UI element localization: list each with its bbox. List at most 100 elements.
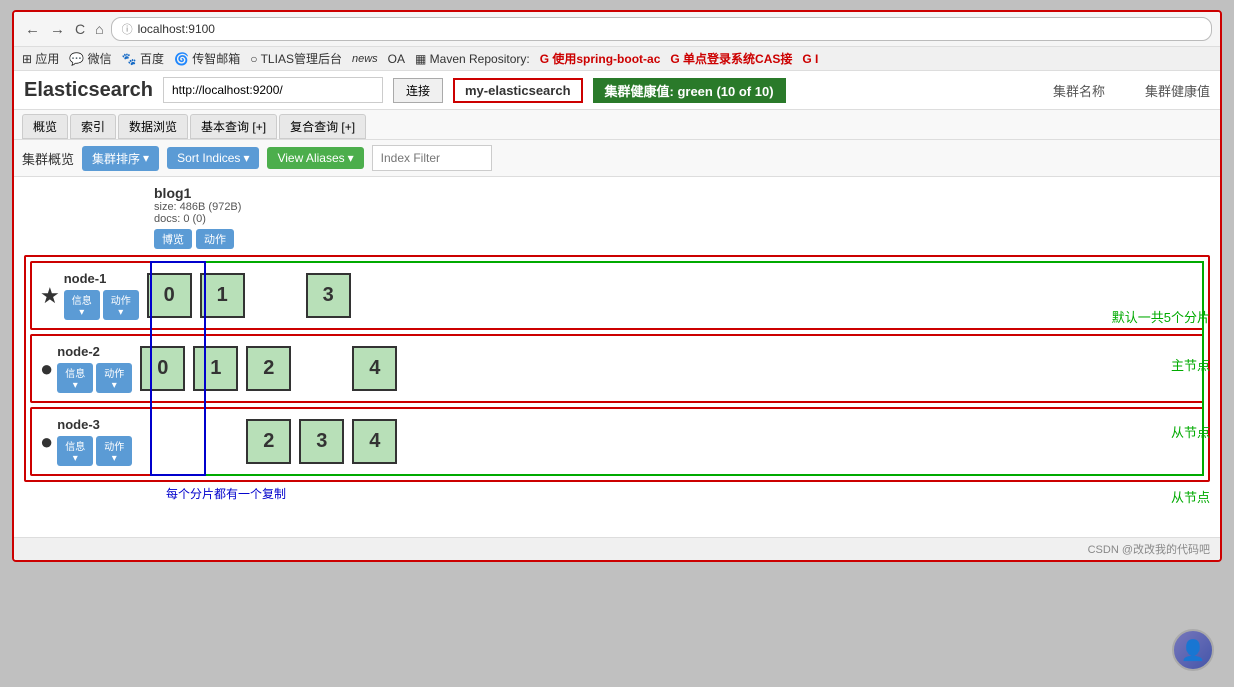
browse-button[interactable]: 博览: [154, 229, 192, 249]
shard-1-2-empty: [253, 273, 298, 318]
bookmarks-bar: ⊞ 应用 💬 微信 🐾 百度 🌀 传智邮箱 ○ TLIAS管理后台 news O…: [14, 47, 1220, 71]
header-labels: 集群名称 集群健康值: [1053, 81, 1210, 100]
node-3-name: node-3: [57, 417, 132, 432]
node-1-icon: ★: [40, 283, 60, 309]
sort-indices-arrow: ▾: [243, 151, 249, 165]
view-aliases-label: View Aliases: [277, 151, 344, 165]
tab-index[interactable]: 索引: [70, 114, 116, 139]
bookmark-maven[interactable]: ▦ Maven Repository:: [415, 52, 530, 66]
node-3-action-button[interactable]: 动作 ▾: [96, 436, 132, 466]
cluster-health-label: 集群健康值: [1145, 81, 1210, 100]
shard-1-0[interactable]: 0: [147, 273, 192, 318]
bookmark-baidu[interactable]: 🐾 百度: [122, 50, 164, 67]
node-1-shards: 0 1 3: [139, 273, 404, 318]
address-bar[interactable]: ⓘ localhost:9100: [111, 17, 1212, 41]
node-2-shards: 0 1 2 4: [132, 346, 397, 391]
csdn-watermark: CSDN @改改我的代码吧: [1088, 541, 1210, 557]
nav-tabs: 概览 索引 数据浏览 基本查询 [+] 复合查询 [+]: [14, 110, 1220, 140]
main-content: blog1 size: 486B (972B) docs: 0 (0) 博览 动…: [14, 177, 1220, 537]
tab-data-browse[interactable]: 数据浏览: [118, 114, 188, 139]
node-3-info-button[interactable]: 信息 ▾: [57, 436, 93, 466]
avatar[interactable]: 👤: [1172, 629, 1214, 671]
shard-3-2[interactable]: 2: [246, 419, 291, 464]
node-2-info: node-2 信息 ▾ 动作 ▾: [57, 344, 132, 393]
shard-1-4-empty: [359, 273, 404, 318]
bookmark-apps[interactable]: ⊞ 应用: [22, 50, 59, 67]
node-row-2: ● node-2 信息 ▾ 动作 ▾ 0 1 2 4: [30, 334, 1204, 403]
node-row-1: ★ node-1 信息 ▾ 动作 ▾ 0 1 3: [30, 261, 1204, 330]
refresh-button[interactable]: C: [72, 21, 88, 37]
back-button[interactable]: ←: [22, 21, 43, 38]
annotation-default-shards: 默认一共5个分片: [1112, 307, 1210, 326]
index-filter-input[interactable]: [372, 145, 492, 171]
node-1-action-button[interactable]: 动作 ▾: [103, 290, 139, 320]
node-row-3: ● node-3 信息 ▾ 动作 ▾ 2 3 4: [30, 407, 1204, 476]
bookmark-oa[interactable]: OA: [388, 52, 405, 66]
action-button[interactable]: 动作: [196, 229, 234, 249]
shard-3-1-empty: [193, 419, 238, 464]
elasticsearch-url-input[interactable]: [163, 77, 383, 103]
tab-basic-query[interactable]: 基本查询 [+]: [190, 114, 277, 139]
shard-3-3[interactable]: 3: [299, 419, 344, 464]
bookmark-cas[interactable]: G 单点登录系统CAS接: [670, 50, 792, 67]
home-button[interactable]: ⌂: [92, 21, 106, 37]
nodes-container: ★ node-1 信息 ▾ 动作 ▾ 0 1 3: [24, 255, 1210, 482]
bookmark-more[interactable]: G I: [802, 52, 818, 66]
connect-button[interactable]: 连接: [393, 78, 443, 103]
shard-3-4[interactable]: 4: [352, 419, 397, 464]
cluster-sort-arrow: ▾: [143, 151, 149, 165]
annotation-replica-node2: 从节点: [1171, 487, 1210, 506]
bookmark-wechat[interactable]: 💬 微信: [69, 50, 111, 67]
annotation-replica-node1: 从节点: [1171, 422, 1210, 441]
address-text: localhost:9100: [138, 22, 215, 36]
cluster-health-badge: 集群健康值: green (10 of 10): [593, 78, 786, 103]
shard-1-1[interactable]: 1: [200, 273, 245, 318]
address-icon: ⓘ: [122, 21, 133, 37]
node-3-buttons: 信息 ▾ 动作 ▾: [57, 436, 132, 466]
forward-button[interactable]: →: [47, 21, 68, 38]
cluster-name-badge[interactable]: my-elasticsearch: [453, 78, 583, 103]
node-3-shards: 2 3 4: [132, 419, 397, 464]
node-2-icon: ●: [40, 356, 53, 382]
node-2-action-button[interactable]: 动作 ▾: [96, 363, 132, 393]
app-title: Elasticsearch: [24, 79, 153, 102]
browser-nav-bar: ← → C ⌂ ⓘ localhost:9100: [14, 12, 1220, 47]
index-info: blog1 size: 486B (972B) docs: 0 (0): [154, 185, 1210, 225]
sort-indices-label: Sort Indices: [177, 151, 240, 165]
bookmark-tlias[interactable]: ○ TLIAS管理后台: [250, 50, 342, 67]
shard-3-0-empty: [140, 419, 185, 464]
bookmark-news[interactable]: news: [352, 53, 378, 65]
shard-2-2[interactable]: 2: [246, 346, 291, 391]
toolbar: 集群概览 集群排序 ▾ Sort Indices ▾ View Aliases …: [14, 140, 1220, 177]
index-docs: docs: 0 (0): [154, 213, 1210, 225]
view-aliases-arrow: ▾: [348, 151, 354, 165]
shard-2-1[interactable]: 1: [193, 346, 238, 391]
index-size: size: 486B (972B): [154, 201, 1210, 213]
node-2-name: node-2: [57, 344, 132, 359]
avatar-icon: 👤: [1181, 638, 1206, 663]
node-1-info: node-1 信息 ▾ 动作 ▾: [64, 271, 139, 320]
shard-2-4[interactable]: 4: [352, 346, 397, 391]
view-aliases-button[interactable]: View Aliases ▾: [267, 147, 363, 169]
bookmark-spring[interactable]: G 使用spring-boot-ac: [540, 50, 661, 67]
node-1-name: node-1: [64, 271, 139, 286]
node-3-info: node-3 信息 ▾ 动作 ▾: [57, 417, 132, 466]
each-replica-annotation: 每个分片都有一个复制: [166, 485, 286, 502]
node-1-buttons: 信息 ▾ 动作 ▾: [64, 290, 139, 320]
node-2-info-button[interactable]: 信息 ▾: [57, 363, 93, 393]
node-3-icon: ●: [40, 429, 53, 455]
cluster-sort-button[interactable]: 集群排序 ▾: [82, 146, 159, 171]
cluster-sort-label: 集群排序: [92, 150, 140, 167]
shard-2-0[interactable]: 0: [140, 346, 185, 391]
shard-2-3-empty: [299, 346, 344, 391]
tab-complex-query[interactable]: 复合查询 [+]: [279, 114, 366, 139]
node-2-buttons: 信息 ▾ 动作 ▾: [57, 363, 132, 393]
sort-indices-button[interactable]: Sort Indices ▾: [167, 147, 259, 169]
mini-toolbar: 博览 动作: [154, 229, 1210, 249]
shard-1-3[interactable]: 3: [306, 273, 351, 318]
cluster-name-label: 集群名称: [1053, 81, 1105, 100]
tab-overview[interactable]: 概览: [22, 114, 68, 139]
bookmark-mail[interactable]: 🌀 传智邮箱: [174, 50, 240, 67]
node-1-info-button[interactable]: 信息 ▾: [64, 290, 100, 320]
annotation-master-node: 主节点: [1171, 355, 1210, 374]
